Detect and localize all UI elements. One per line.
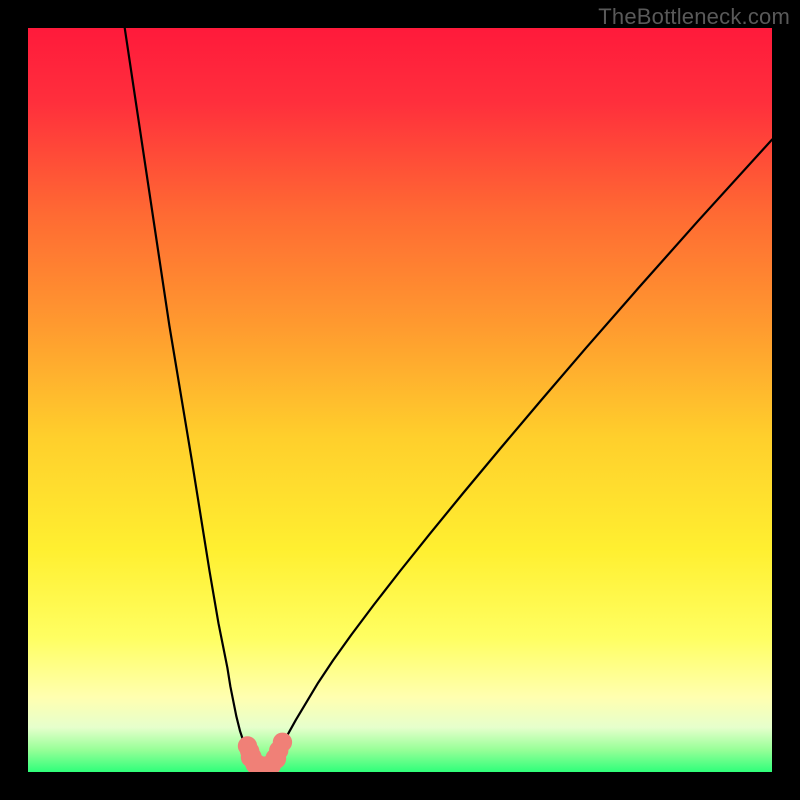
gradient-background <box>28 28 772 772</box>
plot-area <box>28 28 772 772</box>
chart-frame: TheBottleneck.com <box>0 0 800 800</box>
marker-dot <box>273 733 292 752</box>
chart-svg <box>28 28 772 772</box>
watermark-text: TheBottleneck.com <box>598 4 790 30</box>
